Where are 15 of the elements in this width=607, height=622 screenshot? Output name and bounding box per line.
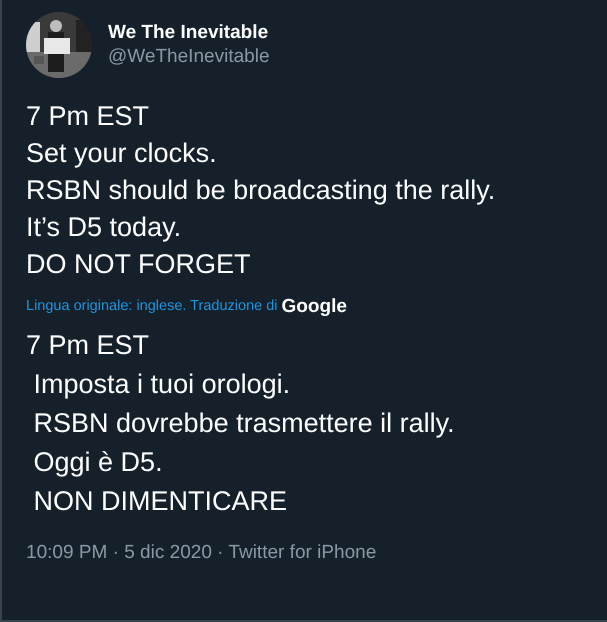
tweet-text-line: RSBN should be broadcasting the rally. [26,174,496,207]
tweet-timestamp: 10:09 PM · 5 dic 2020 · Twitter for iPhone [26,540,378,564]
author-name[interactable]: We The Inevitable [108,21,270,45]
tweet-text-line: It’s D5 today. [26,211,182,244]
tweet-text-line: DO NOT FORGET [26,248,252,281]
translated-text-line: NON DIMENTICARE [32,484,288,518]
google-logo[interactable]: Google [282,293,347,322]
translation-note: Lingua originale: inglese. Traduzione di [26,297,278,316]
translated-text-line: 7 Pm EST [26,328,150,362]
translated-text-line: Oggi è D5. [32,446,164,479]
translated-text-line: RSBN dovrebbe trasmettere il rally. [32,406,456,440]
translated-text-line: Imposta i tuoi orologi. [32,368,292,401]
tweet-text-line: Set your clocks. [26,137,218,170]
tweet-text-line: 7 Pm EST [26,100,150,133]
author-handle[interactable]: @WeTheInevitable [108,45,270,69]
